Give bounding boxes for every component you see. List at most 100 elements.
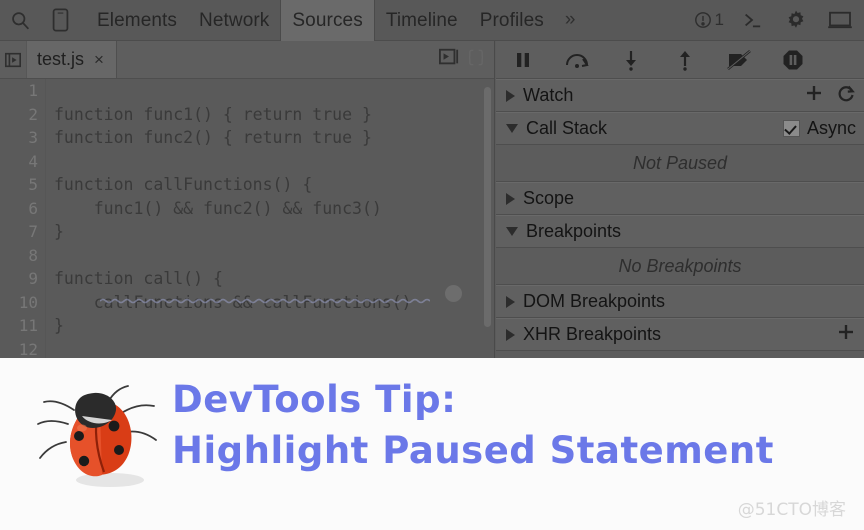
- not-paused-text: Not Paused: [632, 152, 728, 173]
- toolbar-right-group: 1: [688, 0, 864, 41]
- inspect-element-icon[interactable]: [0, 0, 40, 41]
- chevron-right-icon: [506, 89, 515, 102]
- section-dom-breakpoints[interactable]: DOM Breakpoints: [496, 285, 864, 318]
- section-xhr-breakpoints[interactable]: XHR Breakpoints: [496, 318, 864, 351]
- watermark: @51CTO博客: [737, 500, 846, 520]
- call-stack-empty-row: Not Paused: [496, 145, 864, 182]
- chevron-down-icon: [506, 227, 518, 236]
- code-line: }: [54, 222, 64, 241]
- tab-sources[interactable]: Sources: [280, 0, 375, 41]
- devtools-panel-tabs: Elements Network Sources Timeline Profil…: [86, 0, 585, 41]
- format-source-icon[interactable]: [468, 48, 484, 72]
- line-number: 2: [28, 104, 38, 124]
- watch-actions: [804, 83, 864, 108]
- line-number: 7: [28, 222, 38, 241]
- caption-line-1: DevTools Tip:: [172, 378, 774, 421]
- line-number: 10: [18, 292, 38, 312]
- caption-line-2-text: Highlight Paused Statement: [172, 429, 774, 472]
- code-line: function func1() { return true }: [54, 104, 372, 124]
- async-toggle[interactable]: Async: [782, 118, 856, 139]
- deactivate-breakpoints-button[interactable]: [712, 41, 766, 78]
- section-scope[interactable]: Scope: [496, 182, 864, 215]
- chevron-right-icon: [506, 295, 515, 308]
- file-tab-test-js[interactable]: test.js ×: [26, 41, 117, 78]
- async-checkbox[interactable]: [782, 120, 800, 137]
- tab-network[interactable]: Network: [188, 0, 280, 41]
- line-number: 6: [28, 198, 38, 218]
- no-breakpoints-text: No Breakpoints: [618, 255, 742, 276]
- close-icon[interactable]: ×: [94, 51, 104, 68]
- step-into-button[interactable]: [604, 41, 658, 78]
- line-number: 11: [18, 316, 38, 335]
- pause-on-exceptions-button[interactable]: [766, 41, 820, 78]
- step-over-button[interactable]: [550, 41, 604, 78]
- line-number-gutter: 1 2 3 4 5 6 7 8 9 10 11 12: [0, 79, 46, 358]
- refresh-watch-icon[interactable]: [836, 83, 856, 108]
- async-label: Async: [806, 118, 856, 138]
- tab-profiles[interactable]: Profiles: [469, 0, 555, 41]
- code-line: }: [54, 316, 64, 335]
- add-xhr-breakpoint-icon[interactable]: [836, 322, 856, 347]
- code-line: function callFunctions() {: [54, 175, 313, 194]
- caption-text: DevTools Tip: Highlight Paused Statement: [172, 378, 774, 472]
- console-drawer-icon[interactable]: [730, 0, 774, 41]
- settings-gear-icon[interactable]: [774, 0, 818, 41]
- section-dom-breakpoints-label: DOM Breakpoints: [523, 291, 666, 311]
- caption-line-2: Highlight Paused Statement: [172, 429, 774, 472]
- error-squiggle-underline: [100, 298, 430, 304]
- step-out-button[interactable]: [658, 41, 712, 78]
- code-editor[interactable]: 1 2 3 4 5 6 7 8 9 10 11 12 function func…: [0, 79, 494, 358]
- tab-timeline[interactable]: Timeline: [375, 0, 469, 41]
- warning-count-icon[interactable]: 1: [688, 10, 730, 30]
- caption-line-1-text: DevTools Tip:: [172, 378, 457, 421]
- section-call-stack-label: Call Stack: [526, 118, 608, 138]
- chevron-down-icon: [506, 124, 518, 133]
- warning-count-label: 1: [714, 10, 724, 29]
- editor-scrollbar[interactable]: [484, 87, 491, 327]
- code-line: func1() && func2() && func3(): [54, 198, 382, 218]
- line-number: 5: [28, 175, 38, 194]
- section-scope-label: Scope: [523, 188, 575, 208]
- line-number: 9: [28, 269, 38, 288]
- debugger-sidebar: Watch Call Stack Async Not Paused Scope …: [496, 41, 864, 358]
- resume-pause-button[interactable]: [496, 41, 550, 78]
- section-breakpoints[interactable]: Breakpoints: [496, 215, 864, 248]
- editor-tabstrip-actions: [438, 47, 494, 72]
- line-number: 1: [28, 81, 38, 100]
- debugger-controls: [496, 41, 864, 79]
- section-breakpoints-label: Breakpoints: [526, 221, 622, 241]
- caption-band: DevTools Tip: Highlight Paused Statement…: [0, 358, 864, 530]
- code-line: function call() {: [54, 269, 223, 288]
- line-number: 4: [28, 151, 38, 171]
- line-error-marker-icon[interactable]: [444, 284, 463, 303]
- more-panels-chevron-icon[interactable]: »: [555, 0, 586, 41]
- xhr-actions: [836, 322, 864, 347]
- devtools-window: Elements Network Sources Timeline Profil…: [0, 0, 864, 358]
- section-watch[interactable]: Watch: [496, 79, 864, 112]
- tab-elements[interactable]: Elements: [86, 0, 188, 41]
- line-number: 12: [18, 339, 38, 359]
- section-call-stack[interactable]: Call Stack Async: [496, 112, 864, 145]
- screenshot-root: Elements Network Sources Timeline Profil…: [0, 0, 864, 530]
- section-watch-label: Watch: [523, 85, 574, 105]
- chevron-right-icon: [506, 328, 515, 341]
- add-watch-expression-icon[interactable]: [804, 83, 824, 108]
- file-tab-label: test.js: [37, 49, 85, 69]
- line-number: 8: [28, 245, 38, 265]
- pretty-print-icon[interactable]: [438, 47, 460, 72]
- code-line: function func2() { return true }: [54, 128, 372, 147]
- code-lines: function func1() { return true } functio…: [46, 79, 494, 358]
- call-stack-actions: Async: [782, 118, 864, 139]
- dock-side-icon[interactable]: [818, 0, 862, 41]
- breakpoints-empty-row: No Breakpoints: [496, 248, 864, 285]
- devtools-toolbar: Elements Network Sources Timeline Profil…: [0, 0, 864, 41]
- ladybug-illustration: [37, 385, 157, 487]
- editor-tabstrip: test.js ×: [0, 41, 494, 79]
- line-number: 3: [28, 128, 38, 147]
- show-navigator-icon[interactable]: [0, 41, 26, 78]
- device-toolbar-icon[interactable]: [40, 0, 80, 41]
